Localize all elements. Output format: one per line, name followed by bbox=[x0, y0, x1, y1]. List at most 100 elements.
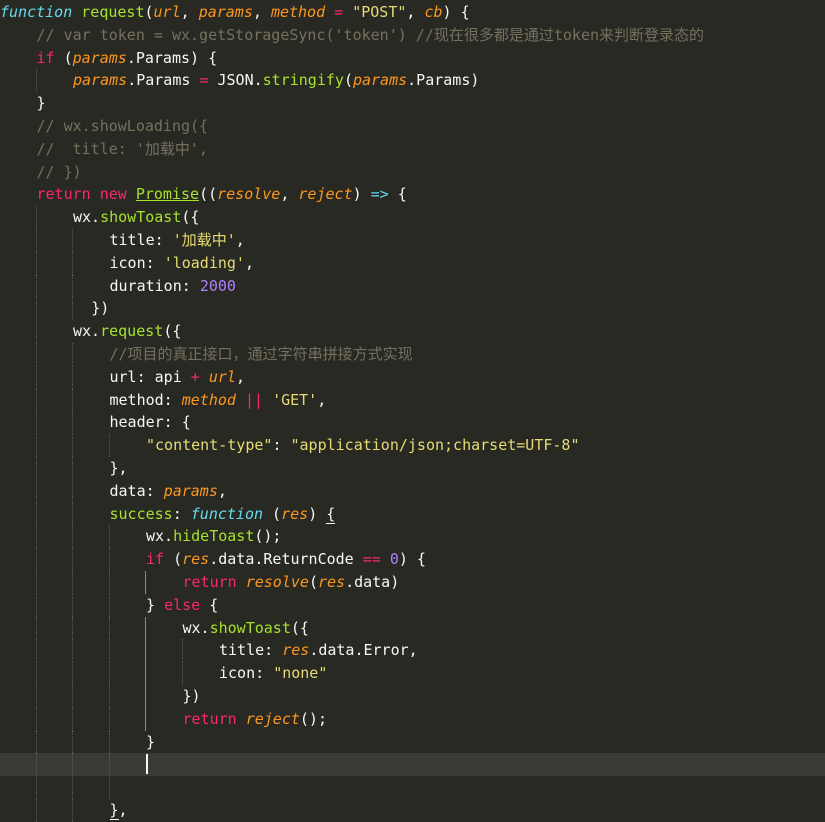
code-line[interactable]: method: method || 'GET', bbox=[0, 388, 825, 412]
parameter-token: reject bbox=[245, 709, 300, 728]
indent-guide bbox=[72, 434, 73, 457]
code-text: // title: '加载中', bbox=[37, 138, 208, 161]
comment-token: // title: '加载中', bbox=[36, 139, 208, 158]
code-text: wx.request({ bbox=[73, 320, 181, 343]
code-line[interactable]: title: '加载中', bbox=[0, 229, 825, 252]
code-line[interactable]: url: api + url, bbox=[0, 365, 825, 389]
text-token: ({ bbox=[290, 618, 309, 637]
text-token: }) bbox=[91, 299, 110, 318]
indent-guide bbox=[35, 685, 37, 708]
text-token: }, bbox=[109, 459, 128, 477]
code-text: title: '加载中', bbox=[110, 229, 245, 252]
text-token: , bbox=[235, 231, 245, 249]
code-line[interactable]: // }) bbox=[0, 161, 825, 184]
text-token: duration: bbox=[109, 276, 200, 295]
code-text: "content-type": "application/json;charse… bbox=[146, 434, 579, 457]
parameter-token: url bbox=[208, 367, 236, 386]
code-line[interactable] bbox=[0, 776, 825, 799]
indent-guide bbox=[72, 251, 73, 275]
code-line[interactable]: }, bbox=[0, 457, 825, 480]
indent-guide bbox=[108, 685, 110, 708]
text-token: ( bbox=[54, 48, 73, 67]
code-text: url: api + url, bbox=[110, 366, 245, 389]
code-text: return reject(); bbox=[183, 708, 328, 731]
text-token: wx. bbox=[73, 208, 101, 227]
storage-token: => bbox=[370, 185, 389, 204]
text-token: JSON. bbox=[208, 71, 263, 90]
code-line[interactable]: icon: 'loading', bbox=[0, 251, 825, 275]
code-line[interactable]: return new Promise((resolve, reject) => … bbox=[0, 183, 825, 206]
code-line[interactable]: icon: "none" bbox=[0, 662, 825, 685]
comment-token: // var token = wx.getStorageSync('token'… bbox=[36, 25, 705, 44]
code-line[interactable]: wx.showToast({ bbox=[0, 206, 825, 229]
code-line[interactable]: } bbox=[0, 730, 825, 754]
string-token: "POST" bbox=[352, 3, 407, 21]
text-token: } bbox=[146, 732, 156, 751]
code-text: wx.showToast({ bbox=[183, 617, 309, 640]
code-line[interactable]: data: params, bbox=[0, 479, 825, 503]
code-line[interactable]: params.Params = JSON.stringify(params.Pa… bbox=[0, 69, 825, 93]
code-line[interactable]: }) bbox=[0, 685, 825, 708]
code-line[interactable]: return resolve(res.data) bbox=[0, 571, 825, 594]
code-line[interactable]: }, bbox=[0, 799, 825, 822]
string-token: '加载中' bbox=[172, 231, 236, 249]
code-line[interactable]: duration: 2000 bbox=[0, 274, 825, 298]
code-line[interactable]: function request(url, params, method = "… bbox=[0, 1, 825, 24]
indent-guide bbox=[35, 229, 37, 252]
indent-guide bbox=[72, 776, 73, 799]
indent-guide bbox=[35, 434, 37, 457]
keyword-token: == bbox=[362, 550, 381, 569]
code-line[interactable]: wx.hideToast(); bbox=[0, 525, 825, 549]
code-line[interactable]: success: function (res) { bbox=[0, 502, 825, 526]
indent-guide bbox=[145, 662, 146, 685]
code-line[interactable]: wx.showToast({ bbox=[0, 616, 825, 640]
code-line[interactable]: //项目的真正接口，通过字符串拼接方式实现 bbox=[0, 343, 825, 366]
text-token: } bbox=[146, 595, 165, 614]
code-line[interactable]: } bbox=[0, 92, 825, 115]
indent-guide bbox=[72, 502, 73, 526]
keyword-token: || bbox=[244, 390, 264, 409]
text-token: , bbox=[180, 3, 199, 21]
code-text: title: res.data.Error, bbox=[219, 639, 418, 662]
text-token: ) bbox=[308, 504, 327, 523]
code-line[interactable]: if (params.Params) { bbox=[0, 47, 825, 70]
code-text: }) bbox=[91, 297, 109, 320]
storage-token: function bbox=[0, 3, 73, 21]
code-line[interactable]: wx.request({ bbox=[0, 320, 825, 343]
indent-guide bbox=[72, 639, 73, 663]
text-token: , bbox=[252, 3, 271, 21]
function-name-token: stringify bbox=[262, 71, 344, 90]
code-line[interactable]: "content-type": "application/json;charse… bbox=[0, 434, 825, 457]
code-line[interactable] bbox=[0, 753, 825, 777]
indent-guide bbox=[108, 616, 110, 640]
indent-guide bbox=[35, 799, 37, 822]
indent-guide bbox=[108, 639, 110, 663]
code-line[interactable]: header: { bbox=[0, 411, 825, 435]
code-line[interactable]: // title: '加载中', bbox=[0, 138, 825, 161]
code-line[interactable]: } else { bbox=[0, 593, 825, 617]
keyword-token: return bbox=[182, 573, 237, 591]
code-text: header: { bbox=[110, 411, 191, 434]
code-line[interactable]: if (res.data.ReturnCode == 0) { bbox=[0, 548, 825, 571]
code-line[interactable]: // wx.showLoading({ bbox=[0, 115, 825, 138]
text-token: wx. bbox=[146, 527, 174, 546]
parameter-token: reject bbox=[298, 185, 353, 204]
code-line[interactable]: return reject(); bbox=[0, 707, 825, 731]
code-editor[interactable]: function request(url, params, method = "… bbox=[0, 0, 825, 822]
code-line[interactable]: // var token = wx.getStorageSync('token'… bbox=[0, 24, 825, 47]
code-line[interactable]: }) bbox=[0, 297, 825, 321]
code-text: function request(url, params, method = "… bbox=[0, 1, 470, 24]
indent-guide bbox=[72, 799, 73, 822]
indent-guide bbox=[108, 753, 110, 777]
code-line[interactable]: title: res.data.Error, bbox=[0, 639, 825, 663]
text-token: , bbox=[280, 185, 299, 204]
indent-guide bbox=[72, 571, 73, 594]
string-token: 'loading' bbox=[163, 253, 245, 272]
indent-guide bbox=[35, 297, 37, 321]
text-token: (( bbox=[199, 185, 218, 204]
indent-guide bbox=[108, 571, 110, 594]
code-text: return resolve(res.data) bbox=[183, 571, 400, 594]
parameter-token: resolve bbox=[245, 573, 309, 591]
indent-guide bbox=[35, 274, 37, 298]
